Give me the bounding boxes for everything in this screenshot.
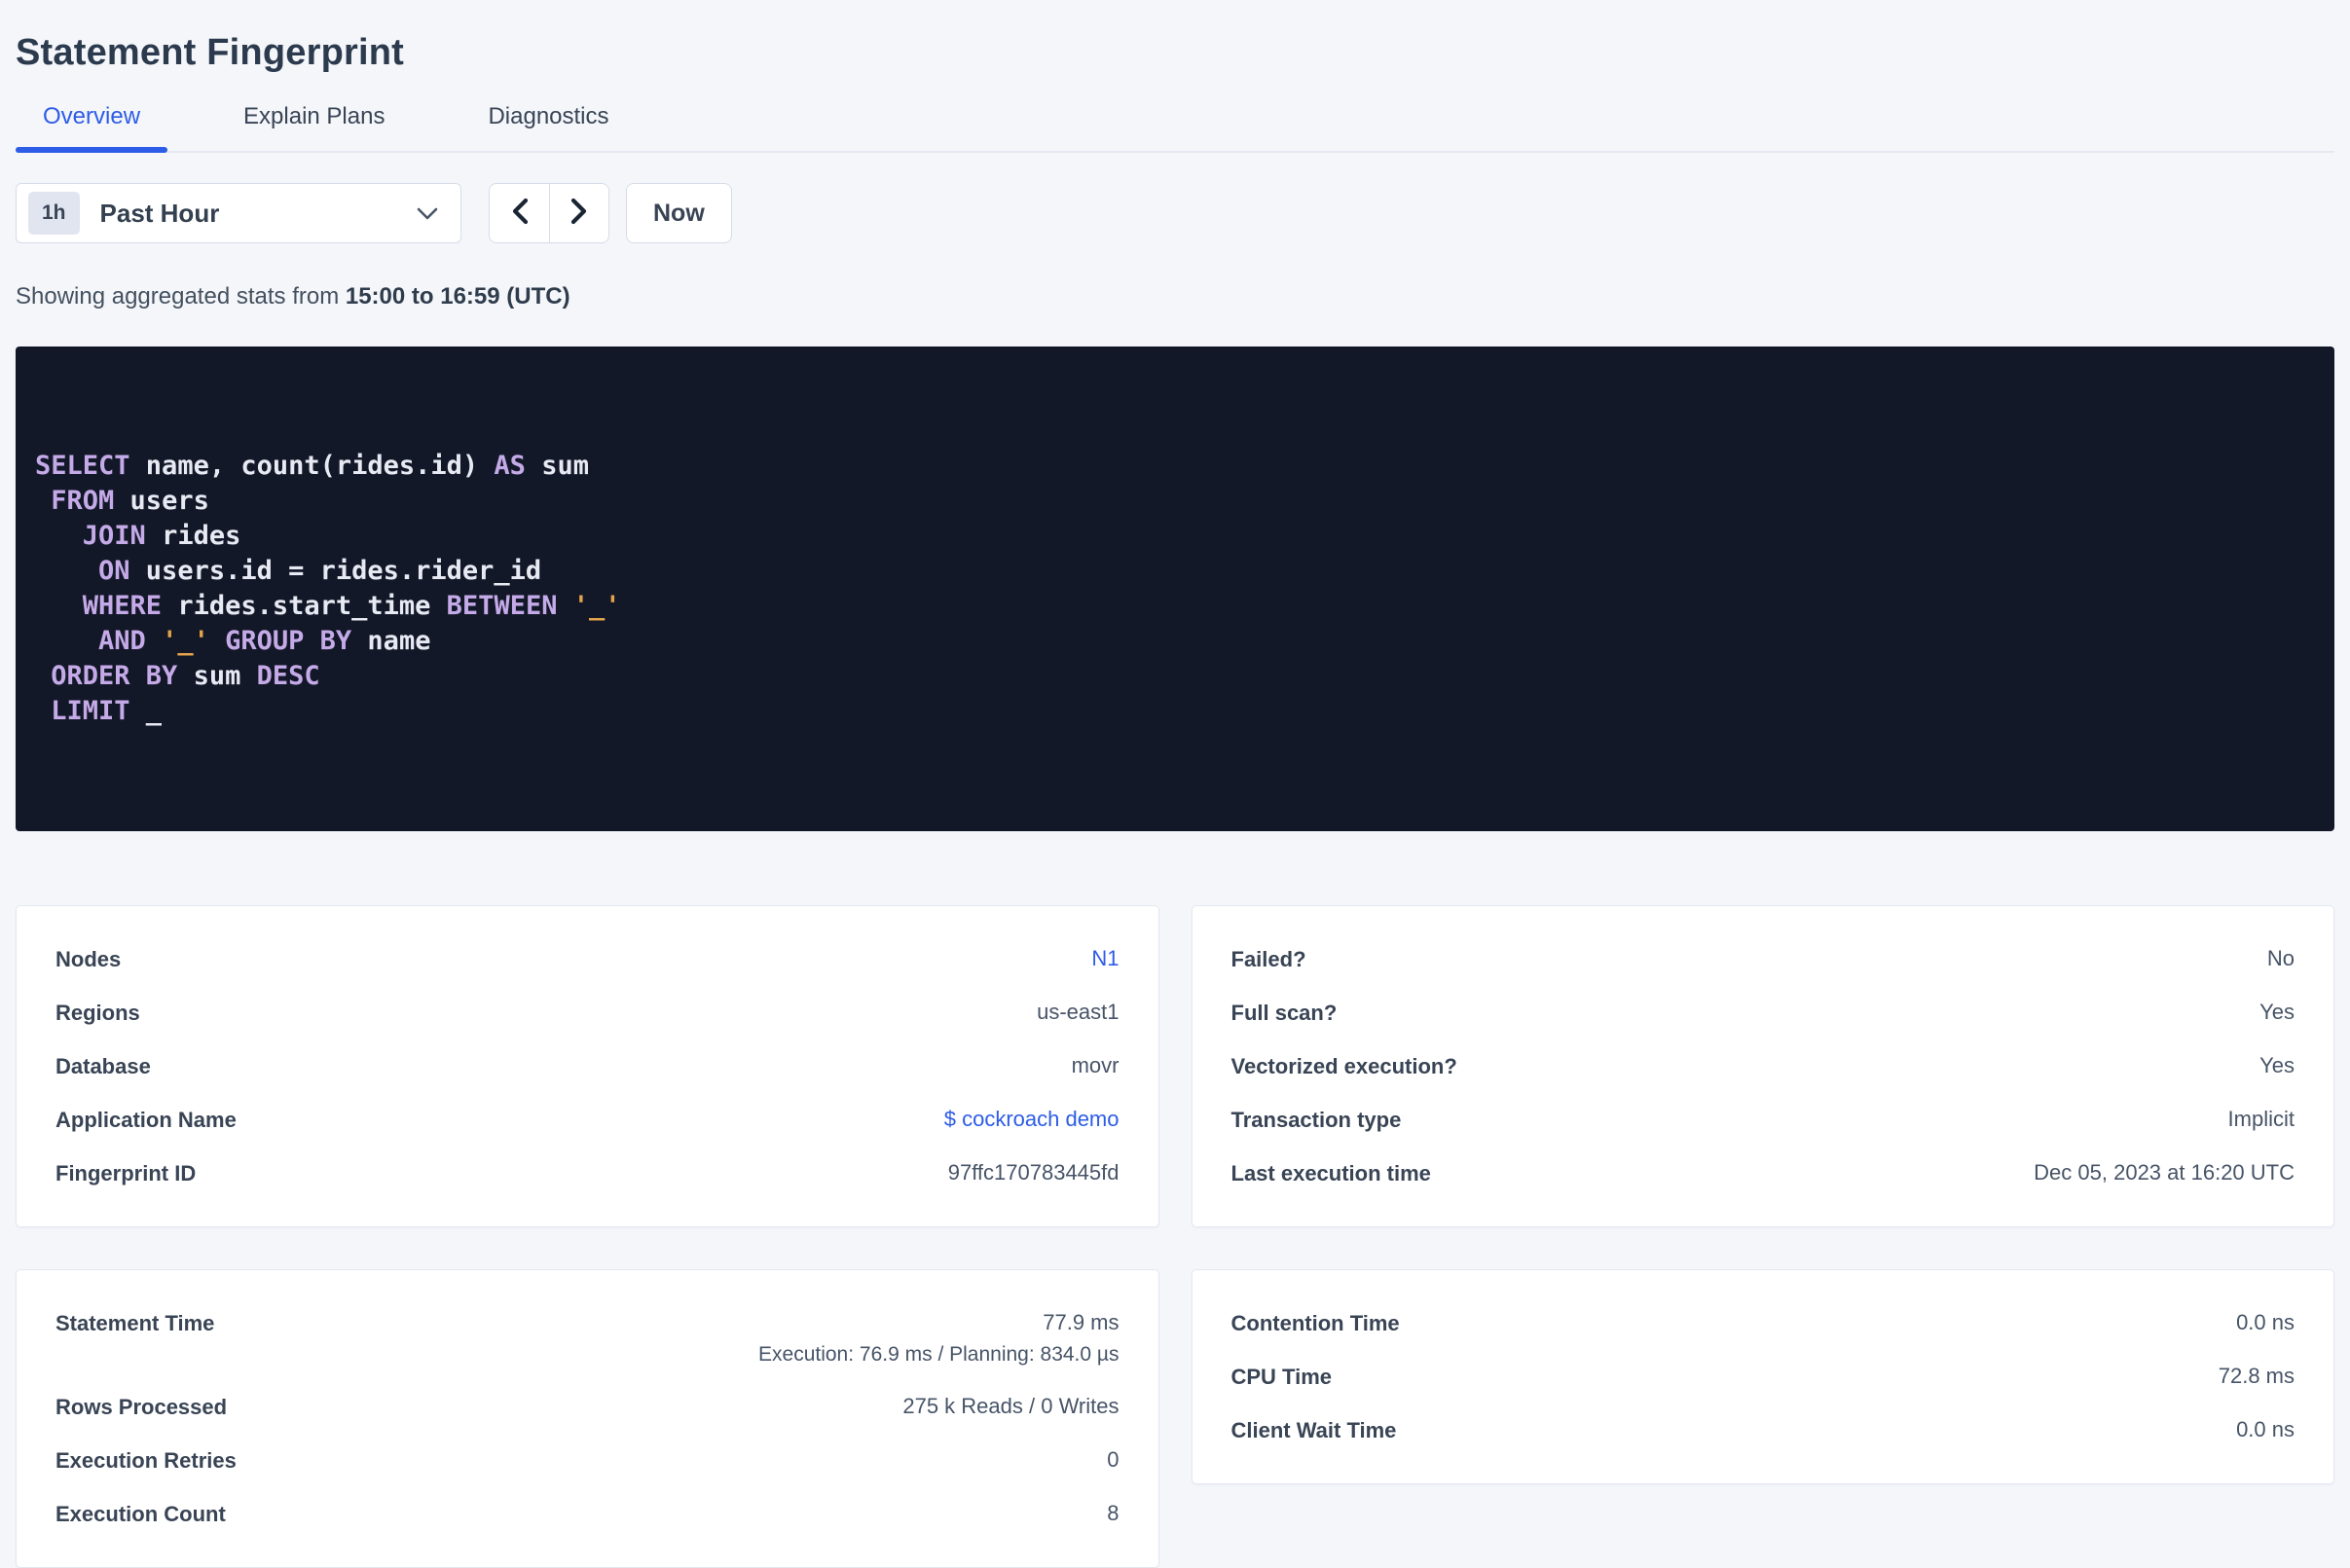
table-row: Vectorized execution? Yes xyxy=(1231,1039,2295,1093)
chevron-right-icon xyxy=(569,197,589,231)
sql-code: SELECT name, count(rides.id) AS sum FROM… xyxy=(35,449,2315,729)
statement-time-value: 77.9 ms xyxy=(1043,1310,1120,1334)
row-label-fingerprint-id: Fingerprint ID xyxy=(55,1161,197,1185)
last-execution-time-value: Dec 05, 2023 at 16:20 UTC xyxy=(2034,1160,2295,1185)
row-label-transaction-type: Transaction type xyxy=(1230,1108,1402,1132)
time-controls: 1h Past Hour Now xyxy=(16,183,2334,243)
table-row: Nodes N1 xyxy=(55,932,1120,986)
execution-retries-value: 0 xyxy=(1107,1447,1120,1472)
table-row: Client Wait Time 0.0 ns xyxy=(1231,1404,2295,1457)
statement-time-values: 77.9 ms Execution: 76.9 ms / Planning: 8… xyxy=(758,1310,1119,1367)
table-row: Transaction type Implicit xyxy=(1231,1093,2295,1147)
sql-line: LIMIT _ xyxy=(51,696,163,726)
execution-stats-card: Statement Time 77.9 ms Execution: 76.9 m… xyxy=(16,1269,1159,1568)
sql-line: SELECT name, count(rides.id) AS sum xyxy=(35,451,589,481)
sql-line: ORDER BY sum DESC xyxy=(51,661,320,691)
vectorized-value: Yes xyxy=(2259,1053,2295,1077)
sql-line: JOIN rides xyxy=(82,521,241,551)
row-label-last-execution-time: Last execution time xyxy=(1230,1161,1431,1185)
sql-statement-box: SELECT name, count(rides.id) AS sum FROM… xyxy=(16,346,2334,831)
table-row: CPU Time 72.8 ms xyxy=(1231,1350,2295,1404)
fingerprint-id-value: 97ffc170783445fd xyxy=(947,1160,1120,1185)
row-label-full-scan: Full scan? xyxy=(1230,1001,1338,1025)
interval-badge: 1h xyxy=(28,192,80,235)
statement-time-breakdown: Execution: 76.9 ms / Planning: 834.0 µs xyxy=(758,1343,1120,1366)
table-row: Rows Processed 275 k Reads / 0 Writes xyxy=(55,1380,1120,1434)
stats-note-prefix: Showing aggregated stats from xyxy=(16,283,346,310)
time-range-label: Past Hour xyxy=(99,198,220,228)
transaction-type-value: Implicit xyxy=(2227,1107,2295,1131)
row-label-nodes: Nodes xyxy=(55,947,122,971)
nodes-link[interactable]: N1 xyxy=(1091,946,1119,971)
tab-explain-plans[interactable]: Explain Plans xyxy=(216,103,412,151)
time-pager xyxy=(489,183,609,243)
stats-note-range: 15:00 to 16:59 (UTC) xyxy=(345,283,570,310)
database-value: movr xyxy=(1071,1053,1120,1077)
row-label-regions: Regions xyxy=(55,1001,140,1025)
table-row: Statement Time 77.9 ms Execution: 76.9 m… xyxy=(55,1296,1120,1380)
table-row: Fingerprint ID 97ffc170783445fd xyxy=(55,1147,1120,1200)
page-title: Statement Fingerprint xyxy=(16,32,405,73)
overview-card: Nodes N1 Regions us-east1 Database movr … xyxy=(16,905,1159,1227)
attributes-card: Failed? No Full scan? Yes Vectorized exe… xyxy=(1191,905,2334,1227)
table-row: Full scan? Yes xyxy=(1231,986,2295,1039)
table-row: Contention Time 0.0 ns xyxy=(1231,1296,2295,1350)
tab-diagnostics[interactable]: Diagnostics xyxy=(460,103,636,151)
table-row: Last execution time Dec 05, 2023 at 16:2… xyxy=(1231,1147,2295,1200)
rows-processed-value: 275 k Reads / 0 Writes xyxy=(902,1394,1120,1418)
row-label-statement-time: Statement Time xyxy=(55,1311,215,1335)
table-row: Regions us-east1 xyxy=(55,986,1120,1039)
client-wait-time-value: 0.0 ns xyxy=(2236,1417,2295,1441)
previous-range-button[interactable] xyxy=(490,184,549,242)
row-label-application-name: Application Name xyxy=(55,1108,237,1132)
regions-value: us-east1 xyxy=(1037,1000,1120,1024)
table-row: Failed? No xyxy=(1231,932,2295,986)
row-label-failed: Failed? xyxy=(1230,947,1306,971)
table-row: Execution Retries 0 xyxy=(55,1434,1120,1487)
statement-fingerprint-page: Statement Fingerprint Overview Explain P… xyxy=(0,0,2350,1568)
row-label-client-wait-time: Client Wait Time xyxy=(1230,1418,1397,1442)
sql-line: WHERE rides.start_time BETWEEN '_' xyxy=(82,591,621,621)
chevron-left-icon xyxy=(510,197,530,231)
sql-line: AND '_' GROUP BY name xyxy=(98,626,431,656)
now-button[interactable]: Now xyxy=(626,183,732,243)
cpu-time-value: 72.8 ms xyxy=(2218,1364,2295,1388)
table-row: Database movr xyxy=(55,1039,1120,1093)
next-range-button[interactable] xyxy=(549,184,608,242)
row-label-database: Database xyxy=(55,1054,151,1078)
aggregated-stats-note: Showing aggregated stats from 15:00 to 1… xyxy=(16,283,2334,310)
row-label-cpu-time: CPU Time xyxy=(1230,1365,1333,1389)
full-scan-value: Yes xyxy=(2259,1000,2295,1024)
latency-card: Contention Time 0.0 ns CPU Time 72.8 ms … xyxy=(1191,1269,2334,1484)
row-label-execution-count: Execution Count xyxy=(55,1502,226,1526)
execution-count-value: 8 xyxy=(1107,1501,1120,1525)
sql-line: ON users.id = rides.rider_id xyxy=(98,556,542,586)
tab-bar: Overview Explain Plans Diagnostics xyxy=(16,103,2334,153)
time-range-dropdown[interactable]: 1h Past Hour xyxy=(16,183,461,243)
summary-cards: Nodes N1 Regions us-east1 Database movr … xyxy=(16,905,2334,1568)
failed-value: No xyxy=(2266,946,2295,970)
table-row: Application Name $ cockroach demo xyxy=(55,1093,1120,1147)
table-row: Execution Count 8 xyxy=(55,1487,1120,1541)
row-label-vectorized: Vectorized execution? xyxy=(1230,1054,1457,1078)
tab-overview[interactable]: Overview xyxy=(16,103,168,153)
chevron-down-icon xyxy=(416,206,439,221)
sql-line: FROM users xyxy=(51,486,209,516)
row-label-execution-retries: Execution Retries xyxy=(55,1448,237,1473)
row-label-contention-time: Contention Time xyxy=(1230,1311,1400,1335)
application-name-link[interactable]: $ cockroach demo xyxy=(944,1107,1120,1132)
row-label-rows-processed: Rows Processed xyxy=(55,1395,228,1419)
contention-time-value: 0.0 ns xyxy=(2236,1310,2295,1334)
